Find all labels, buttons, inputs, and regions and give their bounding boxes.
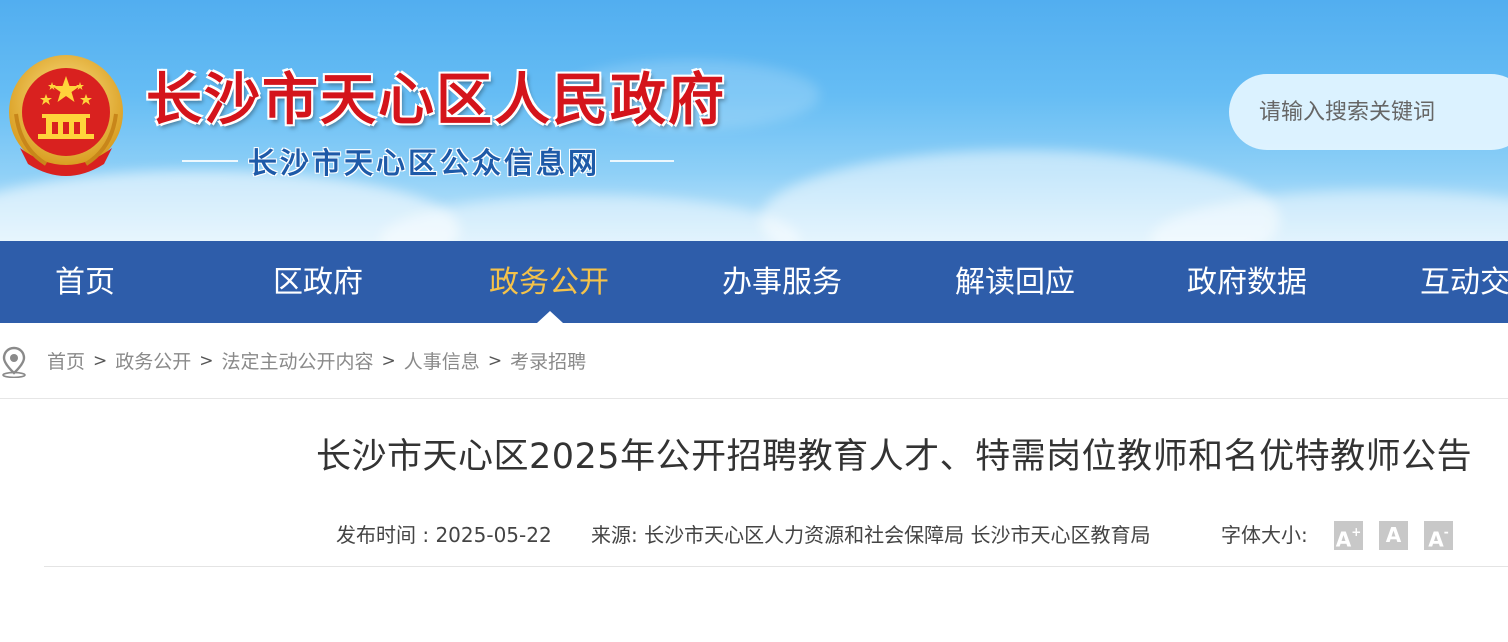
font-size-label: 字体大小:: [1221, 523, 1308, 547]
nav-active-indicator: [537, 311, 563, 323]
site-subtitle-row: 长沙市天心区公众信息网: [182, 141, 675, 181]
breadcrumb-separator: >: [93, 350, 108, 371]
breadcrumb-trail: 首页 > 政务公开 > 法定主动公开内容 > 人事信息 > 考录招聘: [47, 347, 586, 374]
article-source: 来源: 长沙市天心区人力资源和社会保障局 长沙市天心区教育局: [591, 523, 1151, 547]
breadcrumb-item-statutory-disclosure[interactable]: 法定主动公开内容: [222, 347, 374, 374]
breadcrumb-item-government-affairs[interactable]: 政务公开: [115, 347, 191, 374]
nav-item-interpretation[interactable]: 解读回应: [955, 241, 1075, 323]
search-input[interactable]: [1259, 94, 1499, 130]
nav-item-interaction[interactable]: 互动交: [1420, 241, 1508, 323]
font-decrease-button[interactable]: A-: [1424, 521, 1453, 552]
article-divider: [44, 566, 1508, 567]
site-title: 长沙市天心区人民政府: [146, 68, 726, 133]
site-header: 长沙市天心区人民政府 长沙市天心区公众信息网: [0, 0, 1508, 241]
breadcrumb-separator: >: [199, 350, 214, 371]
font-default-button[interactable]: A: [1379, 521, 1408, 550]
publish-time: 发布时间 : 2025-05-22: [336, 523, 552, 547]
nav-item-home[interactable]: 首页: [55, 241, 115, 323]
nav-item-government-data[interactable]: 政府数据: [1187, 241, 1307, 323]
location-pin-icon: [2, 346, 26, 378]
main-nav: 首页 区政府 政务公开 办事服务 解读回应 政府数据 互动交: [0, 241, 1508, 323]
cloud-decoration: [380, 195, 800, 241]
national-emblem-icon: [9, 55, 123, 176]
font-increase-button[interactable]: A+: [1334, 521, 1363, 552]
breadcrumb-separator: >: [487, 350, 503, 371]
subtitle-divider: [182, 160, 238, 162]
article-title: 长沙市天心区2025年公开招聘教育人才、特需岗位教师和名优特教师公告: [316, 437, 1473, 477]
breadcrumb-separator: >: [381, 350, 396, 371]
breadcrumb-item-recruitment[interactable]: 考录招聘: [510, 347, 586, 374]
breadcrumb: 首页 > 政务公开 > 法定主动公开内容 > 人事信息 > 考录招聘: [0, 323, 1508, 399]
subtitle-divider: [610, 160, 675, 162]
breadcrumb-item-personnel-info[interactable]: 人事信息: [404, 347, 480, 374]
site-subtitle: 长沙市天心区公众信息网: [248, 146, 601, 180]
nav-item-district-government[interactable]: 区政府: [273, 241, 363, 323]
search-box: [1229, 74, 1508, 150]
breadcrumb-item-home[interactable]: 首页: [47, 347, 85, 374]
nav-item-services[interactable]: 办事服务: [722, 241, 842, 323]
